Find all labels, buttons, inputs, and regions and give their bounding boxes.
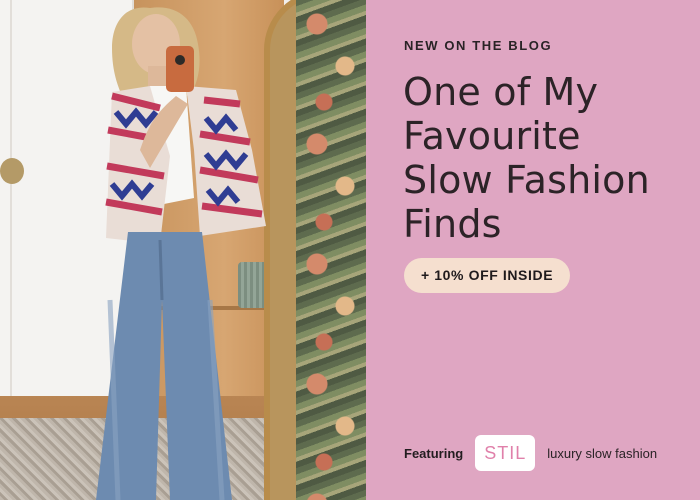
- headline[interactable]: One of My Favourite Slow Fashion Finds: [403, 70, 693, 246]
- phone-icon: [166, 46, 194, 92]
- promo-content: NEW ON THE BLOG One of My Favourite Slow…: [366, 0, 700, 500]
- headline-line: Slow Fashion: [403, 158, 650, 202]
- brand-tagline: luxury slow fashion: [547, 445, 658, 461]
- eyebrow-label: NEW ON THE BLOG: [404, 38, 553, 53]
- brand-logo-text: STIL: [484, 442, 527, 463]
- featuring-label: Featuring: [404, 445, 464, 461]
- headline-line: Finds: [403, 202, 502, 246]
- headline-line: Favourite: [403, 114, 581, 158]
- brand-logo[interactable]: STIL: [475, 435, 536, 471]
- headline-line: One of My: [403, 70, 599, 114]
- blog-promo-banner[interactable]: NEW ON THE BLOG One of My Favourite Slow…: [0, 0, 700, 500]
- discount-pill-button[interactable]: + 10% OFF INSIDE: [404, 258, 571, 293]
- floral-wallpaper: [296, 0, 366, 500]
- woman-in-patterned-jacket: [0, 0, 300, 500]
- featuring-row: Featuring STIL luxury slow fashion: [404, 434, 657, 472]
- outfit-mirror-photo: [0, 0, 366, 500]
